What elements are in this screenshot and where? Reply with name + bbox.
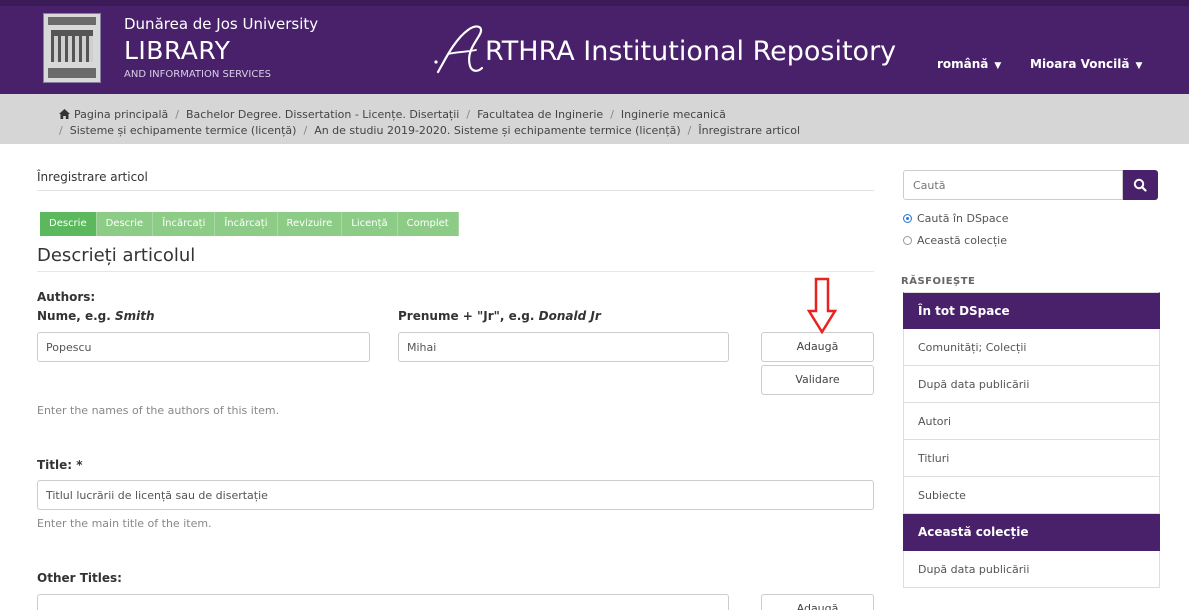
authors-help-text: Enter the names of the authors of this i… <box>37 404 280 417</box>
seal-building-icon <box>51 30 93 62</box>
breadcrumb-item-department[interactable]: Inginerie mecanică <box>621 108 726 121</box>
other-titles-input[interactable] <box>37 594 729 610</box>
breadcrumb-item-community[interactable]: Bachelor Degree. Dissertation - Licențe.… <box>186 108 459 121</box>
last-name-label-example: Smith <box>115 309 155 323</box>
breadcrumb-separator: / <box>175 108 180 121</box>
browse-by-author[interactable]: Autori <box>903 403 1160 440</box>
title-input[interactable] <box>37 480 874 510</box>
divider <box>37 271 874 272</box>
seal-bottom-band <box>48 68 96 78</box>
title-help-text: Enter the main title of the item. <box>37 517 212 530</box>
scope-radio-dspace[interactable]: Caută în DSpace <box>903 212 1008 225</box>
library-subtitle: AND INFORMATION SERVICES <box>124 69 271 80</box>
search-input[interactable] <box>903 170 1123 200</box>
collection-browse-by-date[interactable]: După data publicării <box>903 551 1160 588</box>
page-title: Înregistrare articol <box>37 170 148 184</box>
university-seal-logo[interactable] <box>43 13 101 83</box>
title-label: Title: * <box>37 458 83 472</box>
search-button[interactable] <box>1123 170 1158 200</box>
step-upload-2[interactable]: Încărcați <box>215 212 278 236</box>
breadcrumb-item-home[interactable]: Pagina principală <box>74 108 168 121</box>
breadcrumb: Pagina principală / Bachelor Degree. Disse… <box>0 94 1189 144</box>
browse-by-subject[interactable]: Subiecte <box>903 477 1160 514</box>
other-titles-label: Other Titles: <box>37 571 122 585</box>
last-name-label-prefix: Nume, e.g. <box>37 309 115 323</box>
step-complete[interactable]: Complet <box>397 212 459 236</box>
scope-radio-collection-label: Această colecție <box>917 234 1007 247</box>
search-icon <box>1133 178 1147 192</box>
first-name-label-prefix: Prenume + "Jr", e.g. <box>398 309 539 323</box>
language-label: română <box>937 57 989 71</box>
arthra-script-a-logo[interactable] <box>430 22 490 80</box>
step-describe-1[interactable]: Descrie <box>40 212 97 236</box>
university-name[interactable]: Dunărea de Jos University <box>124 15 318 33</box>
user-name: Mioara Voncilă <box>1030 57 1130 71</box>
authors-label: Authors: <box>37 290 96 304</box>
browse-header-this-collection: Această colecție <box>903 514 1160 551</box>
breadcrumb-item-collection[interactable]: An de studiu 2019-2020. Sisteme și echip… <box>314 124 680 137</box>
step-review[interactable]: Revizuire <box>277 212 343 236</box>
add-author-button[interactable]: Adaugă <box>761 332 874 362</box>
scope-radio-collection[interactable]: Această colecție <box>903 234 1007 247</box>
first-name-label: Prenume + "Jr", e.g. Donald Jr <box>398 309 601 323</box>
browse-by-date[interactable]: După data publicării <box>903 366 1160 403</box>
radio-checked-icon <box>903 214 912 223</box>
language-dropdown[interactable]: română ▼ <box>937 57 1001 71</box>
repository-title[interactable]: RTHRA Institutional Repository <box>485 36 896 67</box>
header-strip <box>0 0 1189 6</box>
browse-by-title[interactable]: Titluri <box>903 440 1160 477</box>
breadcrumb-item-current: Înregistrare articol <box>698 124 800 137</box>
section-title: Descrieți articolul <box>37 245 196 266</box>
browse-header-all-dspace: În tot DSpace <box>903 292 1160 329</box>
breadcrumb-item-program[interactable]: Sisteme și echipamente termice (licență) <box>70 124 297 137</box>
last-name-label: Nume, e.g. Smith <box>37 309 155 323</box>
caret-down-icon: ▼ <box>994 61 1002 71</box>
breadcrumb-separator: / <box>687 124 692 137</box>
author-last-name-input[interactable] <box>37 332 370 362</box>
breadcrumb-item-faculty[interactable]: Facultatea de Inginerie <box>477 108 603 121</box>
divider <box>37 190 874 191</box>
user-dropdown[interactable]: Mioara Voncilă ▼ <box>1030 57 1142 71</box>
seal-top-band <box>48 17 96 25</box>
breadcrumb-separator: / <box>59 124 63 137</box>
browse-list: În tot DSpace Comunități; Colecții După … <box>903 292 1160 588</box>
author-first-name-input[interactable] <box>398 332 729 362</box>
browse-heading: RĂSFOIEȘTE <box>901 276 976 287</box>
browse-communities-collections[interactable]: Comunități; Colecții <box>903 329 1160 366</box>
breadcrumb-separator: / <box>466 108 471 121</box>
radio-unchecked-icon <box>903 236 912 245</box>
library-name[interactable]: LIBRARY <box>124 36 230 65</box>
red-down-arrow-icon <box>807 277 837 335</box>
step-describe-2[interactable]: Descrie <box>96 212 154 236</box>
scope-radio-dspace-label: Caută în DSpace <box>917 212 1009 225</box>
validate-author-button[interactable]: Validare <box>761 365 874 395</box>
add-other-title-button[interactable]: Adaugă <box>761 594 874 610</box>
step-license[interactable]: Licență <box>342 212 398 236</box>
site-header: Dunărea de Jos University LIBRARY AND IN… <box>0 0 1189 94</box>
step-upload-1[interactable]: Încărcați <box>153 212 216 236</box>
submission-progress-bar: Descrie Descrie Încărcați Încărcați Revi… <box>40 212 459 236</box>
caret-down-icon: ▼ <box>1135 61 1143 71</box>
breadcrumb-separator: / <box>610 108 614 121</box>
first-name-label-example: Donald Jr <box>538 309 601 323</box>
home-icon <box>59 109 70 119</box>
breadcrumb-separator: / <box>303 124 308 137</box>
